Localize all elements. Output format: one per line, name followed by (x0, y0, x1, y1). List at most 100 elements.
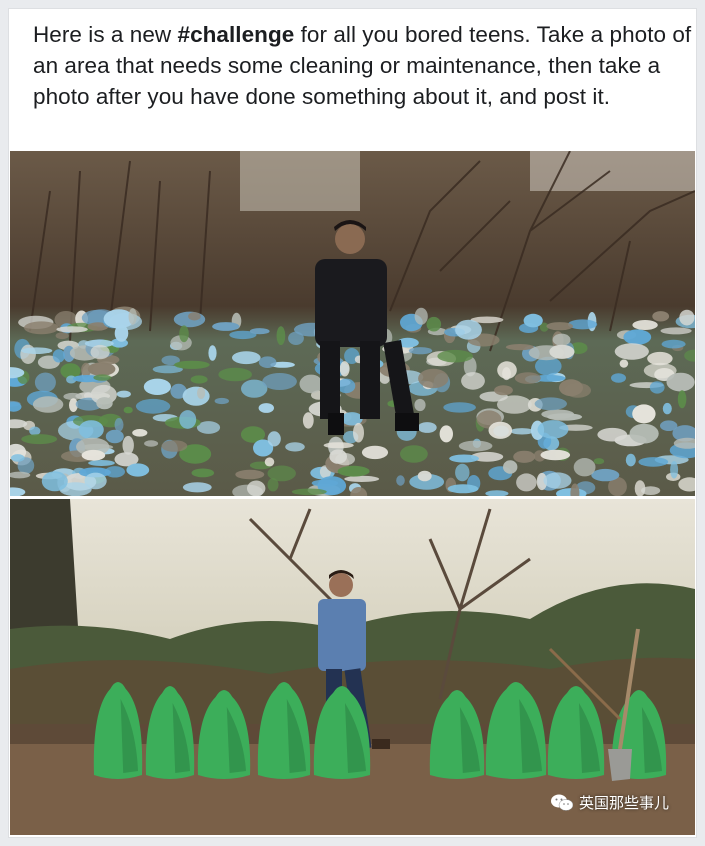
litter-piece (208, 345, 217, 361)
litter-piece (455, 463, 470, 482)
hashtag-link[interactable]: #challenge (178, 22, 295, 47)
litter-piece (116, 390, 131, 398)
litter-piece (418, 368, 449, 389)
litter-piece (41, 471, 68, 492)
litter-piece (190, 375, 208, 384)
litter-piece (641, 486, 661, 495)
litter-piece (344, 475, 380, 482)
litter-piece (505, 344, 534, 351)
post-text-prefix: Here is a new (33, 22, 178, 47)
litter-piece (123, 406, 133, 414)
litter-piece (652, 311, 670, 322)
litter-piece (135, 398, 171, 414)
litter-piece (670, 461, 679, 479)
litter-piece (258, 403, 274, 413)
litter-piece (311, 479, 339, 487)
litter-piece (232, 351, 261, 365)
litter-piece (488, 421, 513, 439)
litter-piece (510, 428, 534, 435)
litter-piece (549, 344, 575, 359)
litter-piece (21, 434, 58, 445)
litter-piece (534, 397, 567, 411)
litter-piece (55, 332, 69, 340)
litter-piece (523, 313, 543, 328)
litter-piece (540, 449, 571, 461)
litter-piece (573, 458, 596, 477)
wechat-icon (550, 794, 573, 811)
litter-piece (182, 386, 210, 406)
litter-piece (400, 445, 428, 463)
litter-piece (144, 440, 159, 447)
litter-piece (188, 312, 201, 321)
litter-piece (197, 387, 206, 399)
litter-piece (32, 396, 64, 413)
litter-piece (96, 397, 113, 410)
litter-piece (417, 470, 432, 482)
litter-piece (461, 372, 485, 390)
litter-piece (52, 349, 65, 363)
litter-piece (623, 329, 652, 345)
litter-piece (161, 440, 188, 452)
litter-piece (105, 429, 124, 444)
litter-piece (426, 316, 442, 332)
litter-piece (632, 320, 658, 330)
litter-piece (514, 372, 541, 384)
litter-piece (414, 307, 428, 325)
before-photo[interactable] (10, 151, 695, 496)
litter-piece (132, 429, 148, 437)
litter-piece (455, 319, 482, 340)
post-text: Here is a new #challenge for all you bor… (33, 19, 693, 112)
litter-piece (625, 453, 636, 467)
litter-piece (191, 468, 215, 478)
litter-piece (552, 333, 571, 346)
litter-piece (337, 465, 370, 477)
litter-piece (666, 372, 695, 392)
litter-piece (247, 480, 266, 496)
litter-piece (660, 327, 692, 335)
litter-piece (541, 409, 575, 419)
litter-piece (249, 328, 270, 335)
litter-piece (614, 343, 649, 360)
litter-piece (443, 402, 476, 413)
litter-piece (218, 367, 252, 382)
before-photo-image (10, 151, 695, 496)
litter-piece (597, 427, 628, 442)
litter-piece (649, 381, 665, 394)
after-photo[interactable]: 英国那些事儿 (10, 499, 695, 835)
litter-piece (24, 321, 59, 335)
litter-piece (449, 454, 479, 463)
litter-piece (611, 373, 626, 383)
litter-piece (285, 442, 305, 452)
litter-piece (34, 372, 56, 393)
after-photo-image (10, 499, 695, 835)
litter-piece (114, 418, 124, 432)
litter-piece (677, 390, 687, 409)
litter-piece (537, 420, 569, 439)
social-post: Here is a new #challenge for all you bor… (0, 0, 705, 846)
litter-piece (546, 322, 573, 331)
litter-piece (439, 425, 453, 443)
litter-piece (291, 488, 327, 496)
litter-piece (619, 359, 629, 368)
litter-piece (56, 326, 88, 333)
litter-piece (299, 374, 323, 394)
litter-piece (126, 463, 150, 477)
litter-piece (288, 331, 304, 345)
litter-piece (494, 385, 513, 396)
litter-piece (182, 482, 212, 493)
litter-piece (90, 344, 110, 360)
litter-piece (593, 458, 605, 465)
litter-piece (647, 351, 673, 366)
litter-piece (497, 361, 517, 379)
litter-piece (329, 449, 348, 464)
litter-piece (21, 347, 53, 354)
litter-piece (353, 422, 364, 443)
litter-piece (214, 397, 229, 405)
litter-piece (543, 472, 572, 489)
litter-piece (679, 309, 695, 326)
litter-piece (361, 445, 389, 460)
litter-piece (417, 422, 437, 433)
litter-piece (258, 356, 277, 368)
litter-piece (276, 326, 286, 346)
litter-piece (437, 349, 474, 363)
